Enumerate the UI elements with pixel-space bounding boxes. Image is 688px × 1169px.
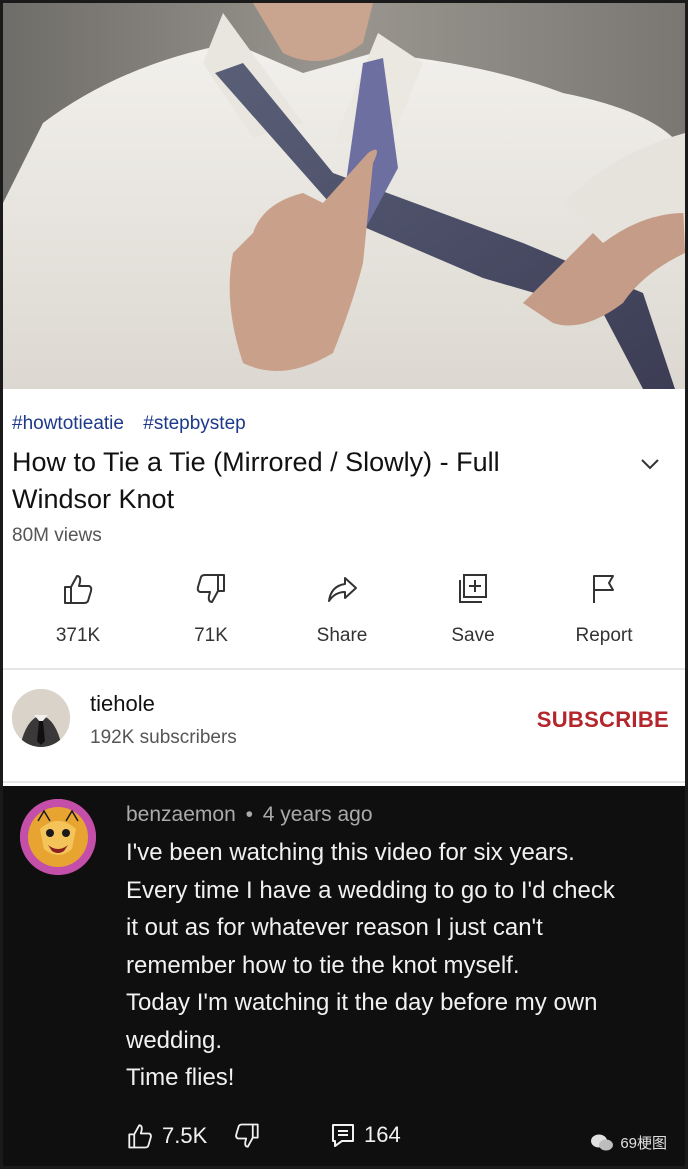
hashtags: #howtotieatie #stepbystep (12, 413, 260, 435)
reply-comment-icon (332, 1124, 354, 1147)
watermark-text: 69梗图 (620, 1135, 667, 1152)
share-arrow-icon (282, 569, 402, 609)
hashtag-link[interactable]: #stepbystep (143, 413, 245, 434)
hashtag-link[interactable]: #howtotieatie (12, 413, 124, 434)
view-count: 80M views (12, 525, 102, 546)
save-button[interactable]: Save (413, 569, 533, 647)
meta-separator: • (245, 803, 253, 826)
comment-line: it out as for whatever reason I just can… (126, 914, 543, 941)
video-title-line: How to Tie a Tie (Mirrored / Slowly) - F… (12, 447, 500, 477)
action-bar: 371K 71K Share Save Report (3, 569, 685, 649)
comment-meta: benzaemon • 4 years ago (126, 803, 373, 827)
like-button[interactable]: 371K (18, 569, 138, 647)
comment-replies-button[interactable]: 164 (330, 1122, 401, 1148)
dislike-count: 71K (194, 625, 228, 646)
screenshot-frame: #howtotieatie #stepbystep How to Tie a T… (0, 0, 688, 1169)
thumbs-down-icon (151, 569, 271, 609)
save-label: Save (451, 625, 495, 646)
video-title-line: Windsor Knot (12, 484, 175, 514)
comment-time: 4 years ago (262, 803, 373, 826)
comment-line: Today I'm watching it the day before my … (126, 989, 598, 1016)
share-button[interactable]: Share (282, 569, 402, 647)
comment-line: Every time I have a wedding to go to I'd… (126, 876, 615, 904)
channel-name[interactable]: tiehole (90, 691, 155, 717)
watermark: 69梗图 (590, 1132, 667, 1153)
comment-line: wedding. (126, 1026, 223, 1054)
comment-like-button[interactable]: 7.5K (126, 1122, 207, 1150)
subscriber-count: 192K subscribers (90, 727, 237, 748)
thumbs-down-icon (235, 1123, 259, 1148)
share-label: Share (316, 625, 368, 646)
comment-text: I've been watching this video for six ye… (126, 834, 666, 1097)
comment: benzaemon • 4 years ago I've been watchi… (3, 786, 685, 1166)
comment-author[interactable]: benzaemon (126, 803, 236, 826)
thumbs-up-icon (18, 569, 138, 609)
comment-line: I've been watching this video for six ye… (126, 839, 575, 866)
video-thumbnail (3, 3, 685, 389)
video-player[interactable] (3, 3, 685, 389)
comment-like-count: 7.5K (162, 1123, 208, 1148)
reply-count: 164 (364, 1122, 401, 1147)
video-info: #howtotieatie #stepbystep How to Tie a T… (3, 389, 685, 669)
wechat-icon (591, 1134, 614, 1150)
divider (3, 668, 685, 670)
thumbs-up-icon (128, 1124, 152, 1149)
video-title: How to Tie a Tie (Mirrored / Slowly) - F… (12, 444, 592, 518)
comment-line: Time flies! (126, 1064, 235, 1091)
divider (3, 781, 685, 783)
dislike-button[interactable]: 71K (151, 569, 271, 647)
subscribe-button[interactable]: SUBSCRIBE (537, 707, 669, 733)
commenter-avatar[interactable] (20, 799, 96, 875)
save-playlist-icon (413, 569, 533, 609)
channel-avatar[interactable] (12, 689, 70, 747)
comment-dislike-button[interactable] (233, 1122, 269, 1150)
comment-line: remember how to tie the knot myself. (126, 951, 520, 979)
expand-chevron-icon[interactable] (637, 451, 663, 477)
report-label: Report (575, 625, 633, 646)
report-button[interactable]: Report (544, 569, 664, 647)
like-count: 371K (55, 625, 101, 646)
channel-row: tiehole 192K subscribers SUBSCRIBE (3, 671, 685, 781)
report-flag-icon (544, 569, 664, 609)
